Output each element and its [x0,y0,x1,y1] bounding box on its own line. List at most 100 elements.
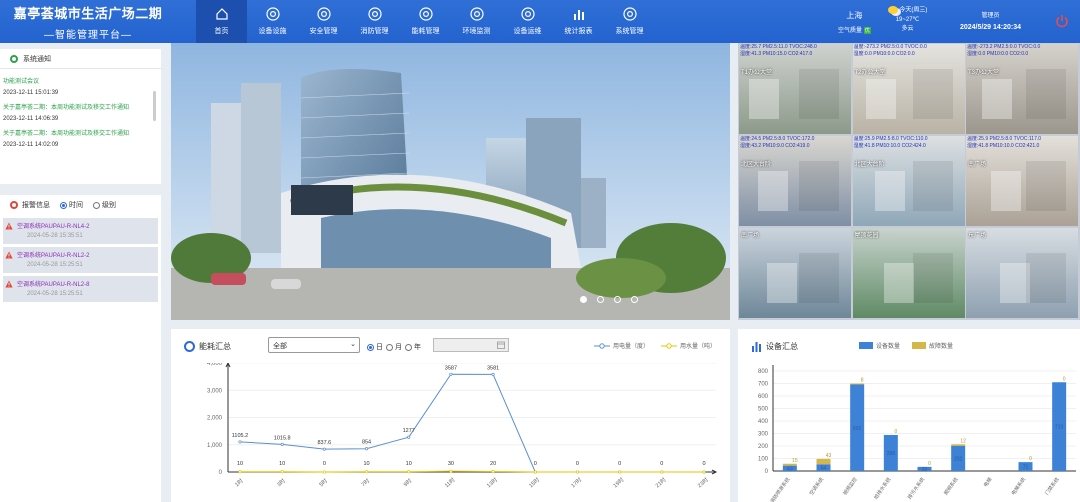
camera-tile[interactable]: 温度:25.9 PM2.5:8.0 TVOC:110.0 湿度:41.8 PM10… [852,136,965,226]
fault-count-bar [951,444,966,446]
x-tick-label: 17时 [569,475,583,489]
carousel-dot[interactable] [631,296,638,303]
camera-tile[interactable]: 温度:25.9 PM2.5:8.0 TVOC:117.0 湿度:41.8 PM10… [966,136,1078,226]
camera-tile[interactable]: 屋顶花园 [852,228,965,318]
device-icon [265,7,280,21]
electricity-point [238,440,242,444]
power-icon[interactable] [1055,14,1069,28]
nav-item[interactable]: 设备运维 [502,0,553,43]
nav-item[interactable]: 统计报表 [553,0,604,43]
nav-item[interactable]: 设备设施 [247,0,298,43]
x-tick-label: 照明系统 [943,476,960,496]
electricity-data-label: 1105.2 [232,433,248,439]
nav-item[interactable]: 安全管理 [298,0,349,43]
bar-chart-icon [752,341,761,352]
weather: 今天(周三) 19~27℃ 多云 [880,6,935,34]
camera-tile[interactable]: 温度:-273.2 PM2.5:0.0 TVOC:0.0 湿度:0.0 PM10:… [852,44,965,134]
water-point [449,469,453,473]
water-data-label: 0 [323,461,326,467]
legend-electricity[interactable]: 用电量（度） [593,341,649,350]
y-tick-label: 600 [758,394,769,400]
nav-label: 首页 [214,28,229,35]
alarm-header: 报警信息 时间 级别 [0,195,161,215]
water-data-label: 20 [490,461,496,467]
camera-label: 南广场 [968,162,987,168]
water-data-label: 10 [406,461,412,467]
camera-label: 屋顶花园 [854,233,879,239]
carousel-dot[interactable] [597,296,604,303]
y-tick-label: 0 [219,470,223,476]
electricity-point [280,442,284,446]
carousel-dot[interactable] [580,296,587,303]
radio-year[interactable]: 年 [405,342,421,352]
alarm-item[interactable]: 空调系统PAUPAU-R-NL2-2 2024-05-28 15:25:51 [3,247,158,273]
notice-list[interactable]: 功能测试会议 2023-12-11 15:01:39 关于嘉亭荟二期：本周功能测试… [0,69,161,179]
username[interactable]: 管理员 [948,10,1033,19]
water-data-label: 10 [237,461,243,467]
device-count-label: 43 [787,466,793,472]
fault-count-bar [816,458,831,465]
water-point [238,470,242,474]
notice-ring-icon [10,54,18,63]
alarm-time: 2024-05-28 15:25:51 [27,262,83,268]
y-tick-label: 3,000 [207,388,223,394]
camera-image [966,228,1078,318]
date-picker[interactable] [433,338,509,352]
period-radios: 日 月 年 [364,342,421,352]
x-tick-label: 给排水系统 [872,476,892,501]
radio-day[interactable]: 日 [367,342,383,352]
x-tick-label: 3时 [275,476,287,488]
alarm-name: 空调系统PAUPAU-R-NL2-8 [17,282,90,288]
camera-tile[interactable]: 东广场 [966,228,1078,318]
brand: 嘉亭荟城市生活广场二期 —智能管理平台— [8,3,168,41]
device-count-label: 202 [954,456,963,462]
legend-fault-count[interactable]: 故障数量 [912,341,953,350]
x-tick-label: 7时 [359,476,371,488]
nav-item[interactable]: 首页 [196,0,247,43]
notice-item-title[interactable]: 关于嘉亭荟二期：本周功能测试及移交工作通知 [3,128,158,137]
camera-image [739,228,851,318]
carousel-dot[interactable] [614,296,621,303]
y-tick-label: 300 [758,432,769,438]
chart-icon [572,7,586,21]
scrollbar[interactable] [153,91,156,121]
device-count-label: 33 [922,467,928,473]
camera-env-readout: 温度:-273.2 PM2.5:0.0 TVOC:0.0 湿度:0.0 PM10:… [967,44,1041,57]
water-data-label: 10 [363,461,369,467]
alarm-sort-level[interactable]: 级别 [93,200,116,210]
camera-tile[interactable]: 温度:24.5 PM2.5:8.0 TVOC:172.0 湿度:43.2 PM10… [739,136,851,226]
top-bar: 嘉亭荟城市生活广场二期 —智能管理平台— 首页 设备设施 安全管理 消防管理 能耗管理 环… [0,0,1080,43]
alarm-title: 报警信息 [22,202,50,209]
water-point [280,470,284,474]
water-data-label: 0 [576,461,579,467]
alarm-name: 空调系统PAUPAU-R-NL2-2 [17,253,90,259]
radio-month[interactable]: 月 [386,342,402,352]
camera-tile[interactable]: 温度:-273.2 PM2.5:0.0 TVOC:0.0 湿度:0.0 PM10:… [966,44,1078,134]
city-name: 上海 [846,11,863,20]
nav-label: 消防管理 [360,28,389,35]
nav-item[interactable]: 能耗管理 [400,0,451,43]
legend-water[interactable]: 用水量（吨） [660,341,716,350]
x-tick-label: 排污水系统 [906,476,926,501]
nav-item[interactable]: 系统管理 [604,0,655,43]
alarm-sort-time[interactable]: 时间 [60,200,83,210]
energy-select[interactable]: 全部 ⌄ [268,337,360,353]
alarm-item[interactable]: 空调系统PAUPAU-R-NL4-2 2024-05-28 15:35:51 [3,218,158,244]
camera-grid: 温度:25.7 PM2.5:11.0 TVOC:248.0 湿度:41.3 PM1… [738,43,1080,320]
nav-item[interactable]: 环境监测 [451,0,502,43]
nav-item[interactable]: 消防管理 [349,0,400,43]
x-tick-label: 空调系统 [808,476,825,496]
y-tick-label: 2,000 [207,416,223,422]
notice-item-title[interactable]: 关于嘉亭荟二期：本周功能测试及移交工作通知 [3,102,158,111]
carousel-dots [580,296,638,303]
y-tick-label: 100 [758,457,769,463]
fault-count-label: 0 [928,461,931,467]
fault-count-label: 12 [960,438,966,444]
camera-tile[interactable]: 温度:25.7 PM2.5:11.0 TVOC:248.0 湿度:41.3 PM1… [739,44,851,134]
legend-device-count[interactable]: 设备数量 [859,341,900,350]
alarm-item[interactable]: 空调系统PAUPAU-R-NL2-8 2024-05-28 15:25:51 [3,276,158,302]
weather-icon [887,6,898,14]
camera-tile[interactable]: 南广场 [739,228,851,318]
water-point [618,470,622,474]
notice-item-title[interactable]: 功能测试会议 [3,76,158,85]
